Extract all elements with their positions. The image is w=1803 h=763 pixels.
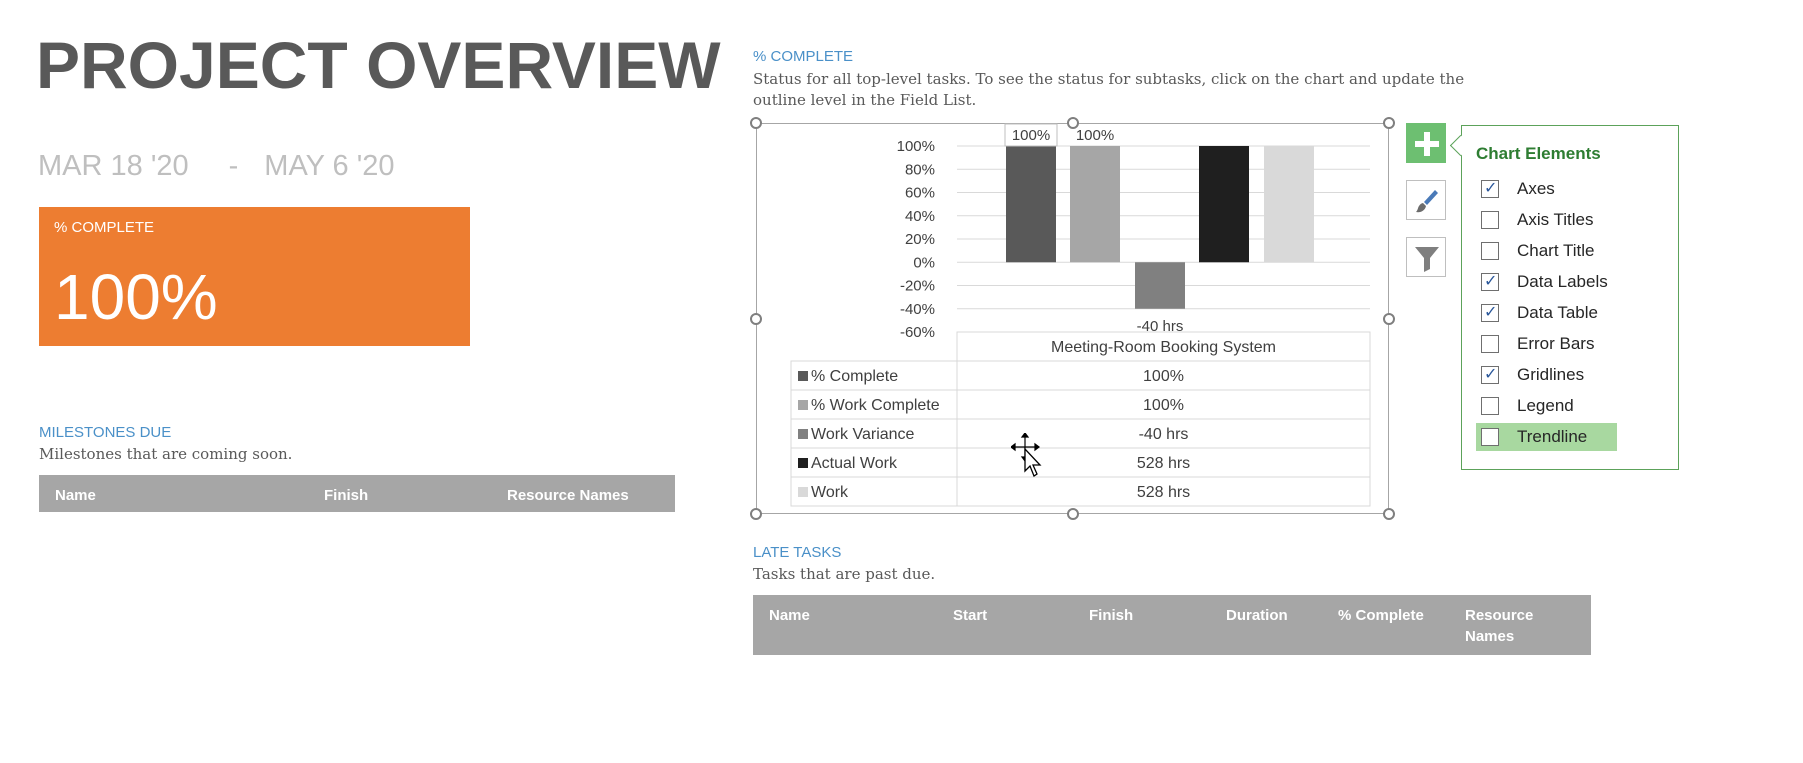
y-tick-label: 20% — [905, 231, 935, 248]
chart-element-chart-title[interactable]: Chart Title — [1476, 237, 1617, 265]
legend-key-swatch — [798, 487, 808, 497]
chart-element-label: Data Labels — [1517, 272, 1608, 291]
chart-elements-button[interactable] — [1406, 123, 1446, 163]
late-tasks-title: LATE TASKS — [753, 544, 842, 561]
late-tasks-col-start: Start — [953, 607, 988, 624]
chart-element-data-labels[interactable]: ✓ Data Labels — [1476, 268, 1617, 296]
late-tasks-table-header[interactable]: Name Start Finish Duration % Complete Re… — [753, 595, 1591, 655]
y-tick-label: 40% — [905, 208, 935, 225]
data-table-value: -40 hrs — [1139, 426, 1189, 443]
chart-element-label: Trendline — [1517, 427, 1588, 446]
y-tick-label: 60% — [905, 185, 935, 202]
legend-key-swatch — [798, 400, 808, 410]
plus-icon — [1415, 132, 1439, 156]
chart-element-label: Data Table — [1517, 303, 1598, 322]
resize-handle-middle-right[interactable] — [1383, 313, 1395, 325]
data-table-value: 528 hrs — [1137, 484, 1190, 501]
data-table-category: Meeting-Room Booking System — [1051, 339, 1276, 356]
late-tasks-col-resource-names-line2: Names — [1465, 628, 1515, 645]
bar-actual-work — [1199, 146, 1249, 263]
chart-elements-panel: Chart Elements ✓ Axes Axis Titles Chart Tit… — [1449, 125, 1679, 470]
late-tasks-col-name: Name — [769, 607, 810, 624]
data-table-value: 100% — [1143, 397, 1184, 414]
chart-element-label: Axis Titles — [1517, 210, 1594, 229]
data-label: 100% — [1076, 127, 1114, 144]
late-tasks-col-percent-complete: % Complete — [1338, 607, 1424, 624]
chart-element-label: Legend — [1517, 396, 1574, 415]
checkmark-icon: ✓ — [1484, 271, 1498, 290]
legend-key-swatch — [798, 429, 808, 439]
y-tick-label: -40% — [900, 301, 935, 318]
bar--complete — [1006, 146, 1056, 263]
resize-handle-bottom-center[interactable] — [1067, 508, 1079, 520]
resize-handle-middle-left[interactable] — [750, 313, 762, 325]
resize-handle-top-right[interactable] — [1383, 117, 1395, 129]
checkmark-icon: ✓ — [1484, 302, 1498, 321]
chart-element-data-table[interactable]: ✓ Data Table — [1476, 299, 1617, 327]
y-tick-label: -60% — [900, 324, 935, 341]
y-tick-label: 80% — [905, 161, 935, 178]
legend-key-swatch — [798, 371, 808, 381]
chart-element-label: Error Bars — [1517, 334, 1595, 353]
chart-element-gridlines[interactable]: ✓ Gridlines — [1476, 361, 1617, 389]
resize-handle-bottom-left[interactable] — [750, 508, 762, 520]
data-table-series-name: Actual Work — [811, 455, 898, 472]
late-tasks-col-duration: Duration — [1226, 607, 1288, 624]
resize-handle-top-left[interactable] — [750, 117, 762, 129]
checkbox-gridlines[interactable]: ✓ — [1481, 364, 1499, 384]
chart-element-label: Gridlines — [1517, 365, 1585, 384]
y-tick-label: 100% — [897, 138, 935, 155]
late-tasks-description: Tasks that are past due. — [753, 565, 936, 583]
checkbox-data-labels[interactable]: ✓ — [1481, 271, 1499, 291]
data-table-value: 100% — [1143, 368, 1184, 385]
y-tick-label: -20% — [900, 278, 935, 295]
checkbox-axes[interactable]: ✓ — [1481, 178, 1499, 198]
resize-handle-top-center[interactable] — [1067, 117, 1079, 129]
move-cursor-icon — [1011, 433, 1042, 477]
late-tasks-col-finish: Finish — [1089, 607, 1134, 624]
legend-key-swatch — [798, 458, 808, 468]
data-table-series-name: % Work Complete — [811, 397, 940, 414]
late-tasks-col-resource-names: Resource Names — [1465, 605, 1533, 647]
chart-element-axis-titles[interactable]: Axis Titles — [1476, 206, 1617, 234]
chart-element-trendline[interactable]: Trendline — [1476, 423, 1617, 451]
resize-handle-bottom-right[interactable] — [1383, 508, 1395, 520]
paintbrush-icon — [1416, 190, 1438, 213]
bar-work — [1264, 146, 1314, 263]
bar-work-variance — [1135, 262, 1185, 309]
chart-element-legend[interactable]: Legend — [1476, 392, 1617, 420]
bar--work-complete — [1070, 146, 1120, 263]
chart-filters-button[interactable] — [1406, 237, 1446, 277]
checkmark-icon: ✓ — [1484, 178, 1498, 197]
checkbox-data-table[interactable]: ✓ — [1481, 302, 1499, 322]
data-label: 100% — [1012, 127, 1050, 144]
data-table-series-name: Work Variance — [811, 426, 915, 443]
checkmark-icon: ✓ — [1484, 364, 1498, 383]
checkbox-trendline[interactable] — [1481, 428, 1499, 446]
chart-element-label: Axes — [1517, 179, 1555, 198]
chart-styles-button[interactable] — [1406, 180, 1446, 220]
late-tasks-col-resource-names-line1: Resource — [1465, 607, 1534, 624]
chart-element-label: Chart Title — [1517, 241, 1595, 260]
y-tick-label: 0% — [913, 254, 935, 271]
checkbox-error-bars[interactable] — [1481, 335, 1499, 353]
data-table-series-name: % Complete — [811, 368, 898, 385]
data-table-series-name: Work — [811, 484, 849, 501]
chart-elements-panel-title: Chart Elements — [1476, 144, 1601, 163]
data-table-value: 528 hrs — [1137, 455, 1190, 472]
checkbox-axis-titles[interactable] — [1481, 211, 1499, 229]
checkbox-chart-title[interactable] — [1481, 242, 1499, 260]
checkbox-legend[interactable] — [1481, 397, 1499, 415]
chart-element-error-bars[interactable]: Error Bars — [1476, 330, 1617, 358]
filter-icon — [1415, 247, 1439, 272]
chart-element-axes[interactable]: ✓ Axes — [1476, 175, 1617, 203]
